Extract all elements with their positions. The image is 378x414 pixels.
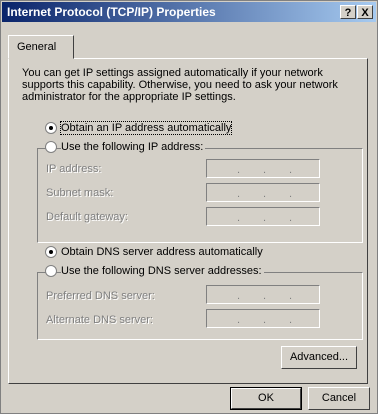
ip-address-label: IP address: — [46, 163, 102, 175]
properties-dialog: Internet Protocol (TCP/IP) Properties ? … — [0, 0, 378, 414]
subnet-mask-field[interactable]: ... — [206, 183, 320, 202]
default-gateway-label: Default gateway: — [46, 211, 128, 223]
obtain-dns-auto-radio[interactable] — [45, 246, 57, 258]
dns-groupbox — [37, 272, 363, 340]
obtain-dns-auto-label[interactable]: Obtain DNS server address automatically — [61, 246, 263, 258]
default-gateway-field[interactable]: ... — [206, 207, 320, 226]
close-button[interactable]: X — [357, 5, 373, 19]
subnet-mask-label: Subnet mask: — [46, 187, 114, 199]
preferred-dns-label: Preferred DNS server: — [46, 290, 155, 302]
use-ip-label[interactable]: Use the following IP address: — [61, 141, 206, 153]
preferred-dns-field[interactable]: ... — [206, 285, 320, 304]
window-title: Internet Protocol (TCP/IP) Properties — [7, 5, 216, 19]
obtain-ip-auto-radio[interactable] — [45, 122, 57, 134]
use-ip-radio[interactable] — [45, 141, 57, 153]
ok-button-label: OK — [258, 392, 274, 404]
tab-general[interactable]: General — [8, 35, 74, 59]
description-text: You can get IP settings assigned automat… — [22, 67, 338, 103]
title-bar[interactable]: Internet Protocol (TCP/IP) Properties ? … — [2, 2, 376, 22]
use-dns-label[interactable]: Use the following DNS server addresses: — [61, 265, 264, 277]
ok-button[interactable]: OK — [230, 387, 302, 410]
obtain-ip-auto-label[interactable]: Obtain an IP address automatically — [59, 121, 233, 135]
help-button[interactable]: ? — [340, 5, 356, 19]
alternate-dns-field[interactable]: ... — [206, 309, 320, 328]
cancel-button[interactable]: Cancel — [308, 387, 370, 410]
tab-general-label: General — [17, 41, 57, 53]
advanced-button[interactable]: Advanced... — [281, 346, 357, 369]
alternate-dns-label: Alternate DNS server: — [46, 314, 153, 326]
ip-address-field[interactable]: ... — [206, 159, 320, 178]
use-dns-radio[interactable] — [45, 265, 57, 277]
